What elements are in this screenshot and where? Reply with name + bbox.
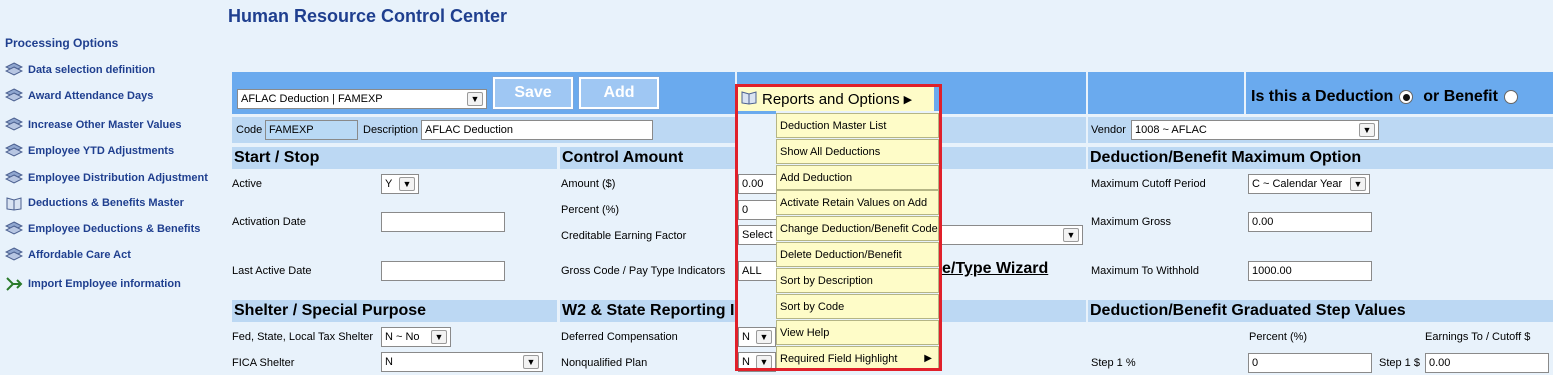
benefit-label: or Benefit [1423, 88, 1498, 105]
stack-icon [4, 247, 23, 264]
sidebar-item-label: Deductions & Benefits Master [28, 197, 184, 209]
sidebar-item-label: Employee YTD Adjustments [28, 145, 175, 157]
sidebar-item-label: Affordable Care Act [28, 249, 131, 261]
sidebar-item-import-employee[interactable]: Import Employee information [4, 274, 181, 294]
add-button[interactable]: Add [578, 76, 660, 110]
fica-shelter-label: FICA Shelter [232, 357, 295, 369]
chevron-down-icon: ▼ [399, 177, 415, 191]
step1-percent-field[interactable]: 0 [1248, 353, 1372, 373]
step1-amount-field[interactable]: 0.00 [1425, 353, 1549, 373]
activation-date-field[interactable] [381, 212, 505, 232]
deduction-select-value: AFLAC Deduction | FAMEXP [241, 92, 383, 105]
chevron-down-icon: ▼ [523, 355, 539, 369]
page-title: Human Resource Control Center [228, 6, 508, 26]
start-stop-header: Start / Stop [232, 147, 557, 169]
deduction-radio[interactable] [1399, 90, 1414, 104]
sidebar-item-label: Employee Deductions & Benefits [28, 223, 201, 235]
sidebar-item-ytd-adjustments[interactable]: Employee YTD Adjustments [4, 141, 174, 161]
benefit-radio[interactable] [1503, 90, 1518, 104]
vendor-select-value: 1008 ~ AFLAC [1135, 123, 1207, 136]
menu-highlight-frame [735, 84, 942, 371]
stack-icon [4, 117, 23, 134]
code-field[interactable]: FAMEXP [265, 120, 358, 140]
stack-icon [4, 221, 23, 238]
step1-amount-label: Step 1 $ [1379, 357, 1420, 369]
sidebar-item-affordable-care[interactable]: Affordable Care Act [4, 245, 131, 265]
earnings-column-header: Earnings To / Cutoff $ [1425, 331, 1531, 343]
stack-icon [4, 143, 23, 160]
fica-shelter-value: N [385, 355, 393, 368]
chevron-down-icon: ▼ [1359, 123, 1375, 137]
amount-label: Amount ($) [561, 178, 616, 190]
gross-code-label: Gross Code / Pay Type Indicators [561, 265, 726, 277]
import-icon [4, 276, 23, 293]
vendor-label: Vendor [1091, 124, 1126, 136]
fica-shelter-select[interactable]: N ▼ [381, 352, 543, 372]
sidebar-item-label: Increase Other Master Values [28, 119, 182, 131]
max-gross-field[interactable]: 0.00 [1248, 212, 1372, 232]
toolbar-band-right [1088, 72, 1244, 114]
sidebar-item-award-attendance[interactable]: Award Attendance Days [4, 86, 153, 106]
stack-icon [4, 170, 23, 187]
active-select-value: Y [385, 177, 393, 190]
stack-icon [4, 88, 23, 105]
activation-date-label: Activation Date [232, 216, 306, 228]
chevron-down-icon: ▼ [1350, 177, 1366, 191]
sidebar-item-label: Award Attendance Days [28, 90, 154, 102]
stack-icon [4, 62, 23, 79]
w2-header: W2 & State Reporting Inf [560, 300, 735, 322]
active-label: Active [232, 178, 262, 190]
control-amount-header-cont [942, 147, 1086, 169]
code-label: Code [236, 124, 263, 136]
max-gross-label: Maximum Gross [1091, 216, 1172, 228]
tax-shelter-select[interactable]: N ~ No ▼ [381, 327, 451, 347]
sidebar-item-employee-deductions[interactable]: Employee Deductions & Benefits [4, 219, 200, 239]
nonqualified-label: Nonqualified Plan [561, 357, 648, 369]
deferred-comp-label: Deferred Compensation [561, 331, 678, 343]
percent-column-header: Percent (%) [1249, 331, 1308, 343]
book-icon [4, 195, 23, 212]
tax-shelter-label: Fed, State, Local Tax Shelter [232, 331, 374, 343]
tax-shelter-value: N ~ No [385, 330, 420, 343]
step1-percent-label: Step 1 % [1091, 357, 1136, 369]
max-withhold-field[interactable]: 1000.00 [1248, 261, 1372, 281]
sidebar-item-distribution-adjustment[interactable]: Employee Distribution Adjustment [4, 168, 208, 188]
sidebar-item-increase-master[interactable]: Increase Other Master Values [4, 115, 181, 135]
description-label: Description [363, 124, 419, 136]
shelter-header: Shelter / Special Purpose [232, 300, 557, 322]
deduction-select[interactable]: AFLAC Deduction | FAMEXP ▼ [237, 89, 487, 109]
vendor-select[interactable]: 1008 ~ AFLAC ▼ [1131, 120, 1379, 140]
percent-label: Percent (%) [561, 204, 620, 216]
graduated-header: Deduction/Benefit Graduated Step Values [1088, 300, 1553, 322]
code-row-band-mid [942, 117, 1086, 143]
active-select[interactable]: Y ▼ [381, 174, 419, 194]
creditable-earning-label: Creditable Earning Factor [561, 230, 687, 242]
control-amount-header: Control Amount [560, 147, 735, 169]
description-field[interactable]: AFLAC Deduction [421, 120, 653, 140]
save-button[interactable]: Save [492, 76, 574, 110]
sidebar-item-label: Data selection definition [28, 64, 156, 76]
cutoff-period-label: Maximum Cutoff Period [1091, 178, 1206, 190]
sidebar-item-label: Import Employee information [28, 278, 181, 290]
cutoff-period-select[interactable]: C ~ Calendar Year ▼ [1248, 174, 1370, 194]
last-active-date-field[interactable] [381, 261, 505, 281]
w2-header-cont [942, 300, 1086, 322]
max-option-header: Deduction/Benefit Maximum Option [1088, 147, 1553, 169]
deduction-benefit-toggle: Is this a Deduction or Benefit [1251, 88, 1518, 106]
deduction-question: Is this a Deduction [1251, 88, 1394, 105]
chevron-down-icon: ▼ [1063, 228, 1079, 242]
chevron-down-icon: ▼ [467, 92, 483, 106]
sidebar-item-deductions-master[interactable]: Deductions & Benefits Master [4, 193, 184, 213]
sidebar-heading: Processing Options [5, 36, 119, 50]
max-withhold-label: Maximum To Withhold [1091, 265, 1199, 277]
last-active-date-label: Last Active Date [232, 265, 312, 277]
pay-type-wizard-link[interactable]: e/Type Wizard [942, 260, 1048, 278]
sidebar-item-data-selection[interactable]: Data selection definition [4, 60, 155, 80]
cutoff-period-value: C ~ Calendar Year [1252, 177, 1343, 190]
sidebar-item-label: Employee Distribution Adjustment [28, 172, 208, 184]
chevron-down-icon: ▼ [431, 330, 447, 344]
